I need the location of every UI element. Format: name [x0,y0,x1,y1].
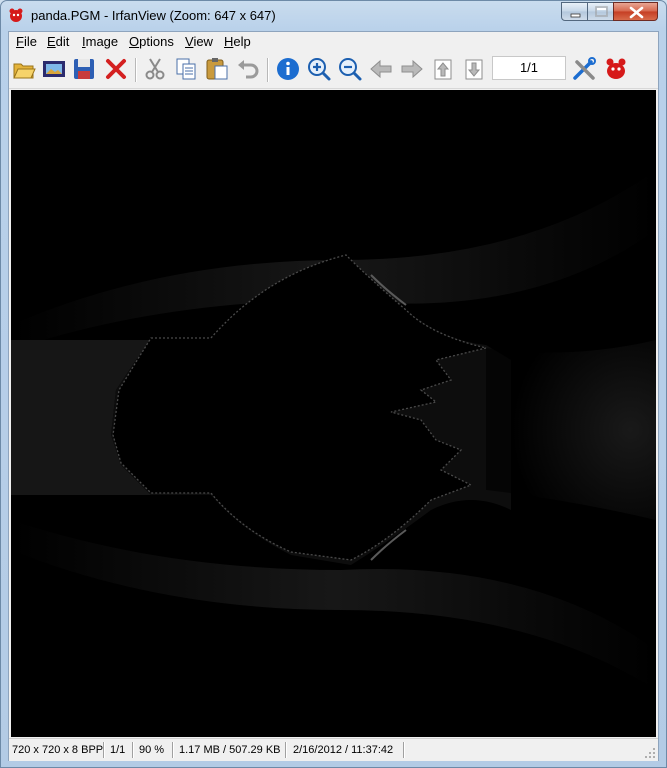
save-icon [74,59,94,79]
menu-options[interactable]: Options [129,34,174,49]
status-separator [285,742,287,758]
menu-edit[interactable]: Edit [47,34,69,49]
maximize-button[interactable] [587,2,614,21]
toolbar-separator [135,58,137,82]
undo-button[interactable] [235,56,261,82]
status-filesize: 1.17 MB / 507.29 KB [179,744,281,756]
last-page-button[interactable] [461,56,487,82]
info-icon [277,58,299,80]
delete-button[interactable] [103,56,129,82]
close-button[interactable] [613,2,658,21]
resize-grip-icon[interactable] [644,747,656,759]
slideshow-button[interactable] [41,56,67,82]
menu-help[interactable]: Help [224,34,251,49]
about-button[interactable] [603,56,629,82]
status-dimensions: 720 x 720 x 8 BPP [12,744,104,756]
status-bar: 720 x 720 x 8 BPP 1/1 90 % 1.17 MB / 507… [9,738,658,761]
status-separator [403,742,405,758]
irfanview-icon [606,58,626,79]
first-page-button[interactable] [430,56,456,82]
status-separator [103,742,105,758]
page-indicator[interactable]: 1/1 [492,56,566,80]
info-button[interactable] [275,56,301,82]
copy-button[interactable] [173,56,199,82]
next-icon [401,59,423,79]
toolbar: 1/1 [9,52,658,89]
irfanview-window: panda.PGM - IrfanView (Zoom: 647 x 647) … [0,0,667,768]
next-button[interactable] [399,56,425,82]
previous-button[interactable] [368,56,394,82]
zoom-out-button[interactable] [337,56,363,82]
status-separator [132,742,134,758]
menu-bar: File Edit Image Options View Help [9,32,658,52]
paste-icon [206,58,228,80]
cut-icon [145,58,165,80]
copy-icon [176,58,196,80]
minimize-icon [570,13,581,18]
window-title: panda.PGM - IrfanView (Zoom: 647 x 647) [31,8,276,23]
undo-icon [238,60,259,79]
save-button[interactable] [71,56,97,82]
paste-button[interactable] [204,56,230,82]
minimize-button[interactable] [561,2,588,21]
maximize-icon [595,6,608,17]
settings-icon [573,57,596,80]
delete-icon [106,59,126,79]
title-bar[interactable]: panda.PGM - IrfanView (Zoom: 647 x 647) [1,1,666,31]
cut-button[interactable] [142,56,168,82]
settings-button[interactable] [571,56,597,82]
open-folder-icon [13,63,36,79]
fractal-image [11,90,656,737]
menu-file[interactable]: File [16,34,37,49]
toolbar-separator [267,58,269,82]
zoom-in-button[interactable] [306,56,332,82]
irfanview-app-icon[interactable] [8,7,25,24]
image-viewer[interactable] [11,90,656,737]
zoom-out-icon [339,58,362,81]
previous-icon [370,59,392,79]
status-separator [172,742,174,758]
slideshow-icon [43,61,65,77]
close-icon [629,6,644,19]
last-page-icon [465,59,483,80]
menu-image[interactable]: Image [82,34,118,49]
zoom-in-icon [308,58,331,81]
menu-view[interactable]: View [185,34,213,49]
status-datetime: 2/16/2012 / 11:37:42 [293,744,394,756]
open-button[interactable] [11,56,37,82]
status-zoom: 90 % [139,744,165,756]
client-area: File Edit Image Options View Help 1/1 72… [8,31,659,761]
first-page-icon [434,59,452,80]
status-page: 1/1 [110,744,126,756]
